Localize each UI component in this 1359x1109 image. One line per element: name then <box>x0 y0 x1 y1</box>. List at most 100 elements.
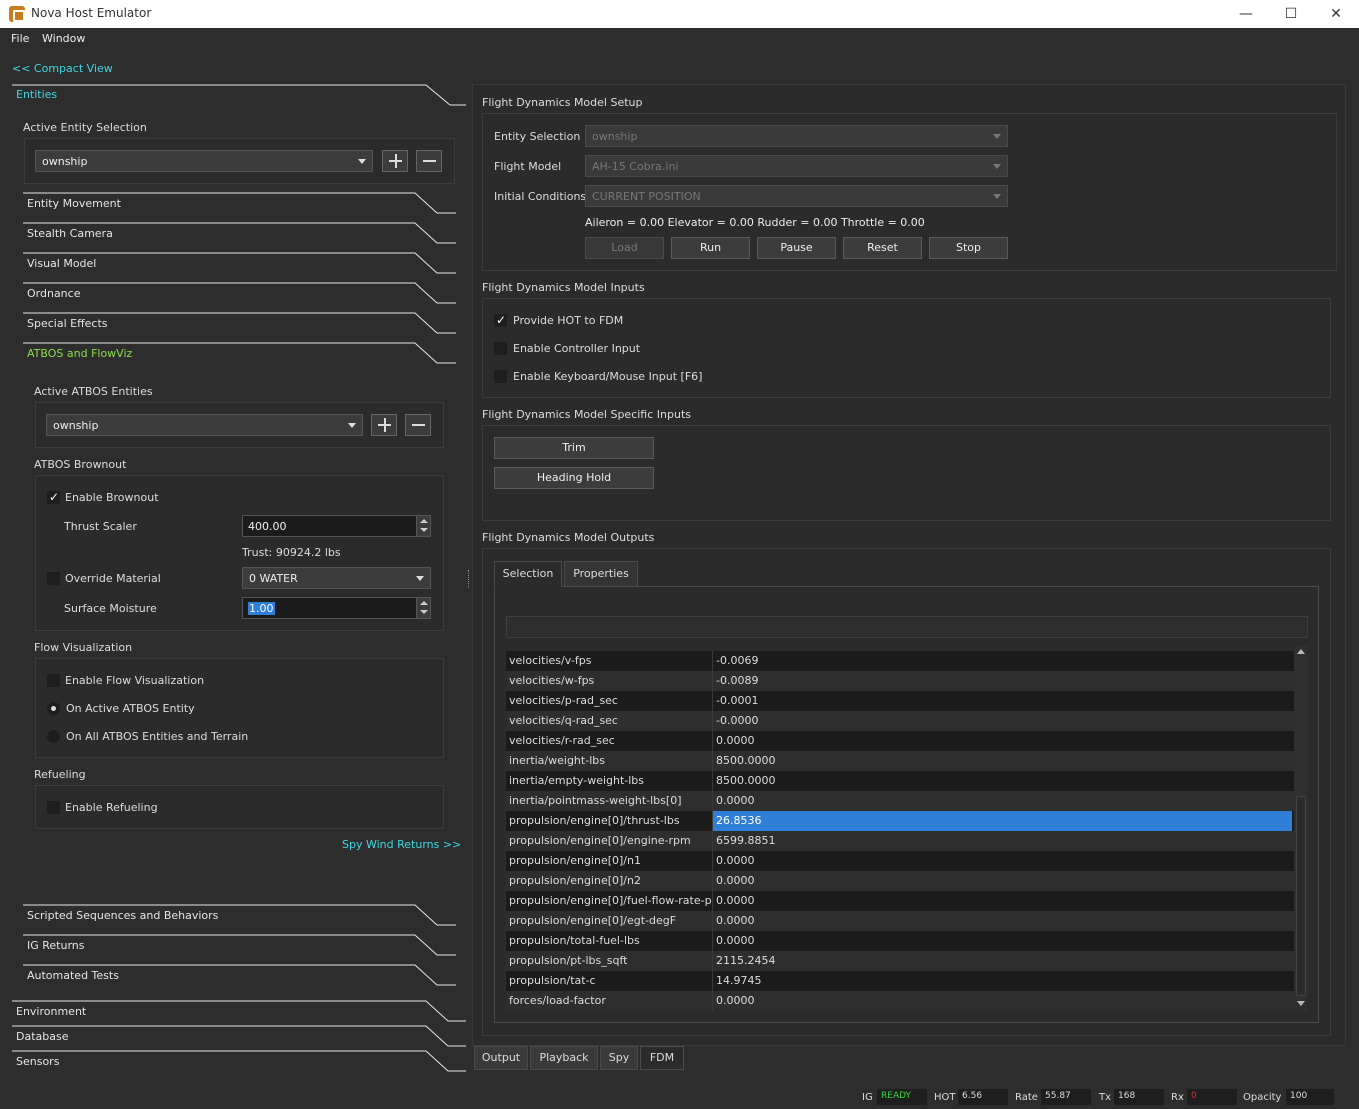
heading-hold-button[interactable]: Heading Hold <box>494 467 654 489</box>
section-atbos-flowviz[interactable]: ATBOS and FlowViz <box>23 342 456 364</box>
stop-button[interactable]: Stop <box>929 237 1008 259</box>
entity-selection-label: Entity Selection <box>494 130 581 143</box>
section-special-effects[interactable]: Special Effects <box>23 312 456 334</box>
trim-button[interactable]: Trim <box>494 437 654 459</box>
section-environment[interactable]: Environment <box>12 1000 466 1022</box>
provide-hot-checkbox[interactable] <box>494 313 507 327</box>
fdm-setup-title: Flight Dynamics Model Setup <box>482 96 643 109</box>
surface-moisture-label: Surface Moisture <box>64 602 157 615</box>
scroll-up-icon[interactable] <box>1297 649 1305 654</box>
section-label: Sensors <box>16 1055 60 1068</box>
surface-moisture-spinbox[interactable]: 1.00 <box>242 597 431 619</box>
spy-wind-returns-link[interactable]: Spy Wind Returns >> <box>342 838 461 851</box>
flight-model-combo[interactable]: AH-15 Cobra.ini <box>585 155 1008 177</box>
thrust-scaler-spinbox[interactable]: 400.00 <box>242 515 431 537</box>
row-key: velocities/v-fps <box>509 654 592 667</box>
outputs-scrollbar[interactable] <box>1294 646 1308 1011</box>
thrust-scaler-label: Thrust Scaler <box>64 520 137 533</box>
section-sensors[interactable]: Sensors <box>12 1050 466 1072</box>
on-all-entities-radio[interactable] <box>47 730 60 743</box>
override-material-checkbox[interactable] <box>47 572 60 585</box>
section-entity-movement[interactable]: Entity Movement <box>23 192 456 214</box>
table-row[interactable]: velocities/p-rad_sec -0.0001 <box>506 691 1294 711</box>
remove-entity-button[interactable] <box>416 150 442 172</box>
section-visual-model[interactable]: Visual Model <box>23 252 456 274</box>
table-row[interactable]: propulsion/engine[0]/n2 0.0000 <box>506 871 1294 891</box>
table-row[interactable]: forces/load-factor 0.0000 <box>506 991 1294 1011</box>
flight-model-label: Flight Model <box>494 160 562 173</box>
minimize-button[interactable]: — <box>1236 4 1256 24</box>
table-row[interactable]: propulsion/engine[0]/engine-rpm 6599.8851 <box>506 831 1294 851</box>
tab-spy[interactable]: Spy <box>600 1046 638 1070</box>
compact-view-link[interactable]: << Compact View <box>12 62 113 75</box>
row-value: 8500.0000 <box>712 751 1292 771</box>
section-label: Stealth Camera <box>27 227 113 240</box>
section-automated-tests[interactable]: Automated Tests <box>23 964 456 986</box>
table-row[interactable]: velocities/q-rad_sec -0.0000 <box>506 711 1294 731</box>
splitter-handle[interactable] <box>468 570 470 588</box>
row-key: propulsion/engine[0]/fuel-flow-rate-pps <box>509 894 712 907</box>
section-ordnance[interactable]: Ordnance <box>23 282 456 304</box>
row-key: inertia/empty-weight-lbs <box>509 774 645 787</box>
on-active-entity-radio[interactable] <box>47 702 60 715</box>
pause-button[interactable]: Pause <box>757 237 836 259</box>
entity-combo[interactable]: ownship <box>35 150 373 172</box>
table-row[interactable]: inertia/empty-weight-lbs 8500.0000 <box>506 771 1294 791</box>
table-row[interactable]: inertia/weight-lbs 8500.0000 <box>506 751 1294 771</box>
table-row[interactable]: propulsion/engine[0]/n1 0.0000 <box>506 851 1294 871</box>
enable-keyboard-checkbox[interactable] <box>494 370 507 383</box>
scroll-down-icon[interactable] <box>1297 1001 1305 1006</box>
section-entities[interactable]: Entities <box>12 84 466 106</box>
table-row[interactable]: inertia/pointmass-weight-lbs[0] 0.0000 <box>506 791 1294 811</box>
enable-brownout-checkbox[interactable] <box>47 490 60 504</box>
tab-playback[interactable]: Playback <box>530 1046 598 1070</box>
section-scripted-sequences[interactable]: Scripted Sequences and Behaviors <box>23 904 456 926</box>
tx-label: Tx <box>1099 1092 1112 1103</box>
menu-file[interactable]: File <box>11 32 29 45</box>
tab-properties[interactable]: Properties <box>564 561 638 587</box>
atbos-entity-combo[interactable]: ownship <box>46 414 363 436</box>
scroll-thumb[interactable] <box>1296 796 1306 996</box>
section-database[interactable]: Database <box>12 1025 466 1047</box>
row-value: 0.0000 <box>712 991 1292 1011</box>
tab-fdm[interactable]: FDM <box>640 1046 684 1070</box>
table-row[interactable]: propulsion/tat-c 14.9745 <box>506 971 1294 991</box>
table-row[interactable]: velocities/w-fps -0.0089 <box>506 671 1294 691</box>
ig-label: IG <box>862 1092 873 1103</box>
enable-flow-checkbox[interactable] <box>47 674 60 687</box>
table-row[interactable]: propulsion/total-fuel-lbs 0.0000 <box>506 931 1294 951</box>
table-row[interactable]: velocities/r-rad_sec 0.0000 <box>506 731 1294 751</box>
run-button[interactable]: Run <box>671 237 750 259</box>
remove-atbos-entity-button[interactable] <box>405 414 431 436</box>
opacity-spinbox[interactable]: 100 <box>1286 1089 1334 1105</box>
filter-input[interactable] <box>506 616 1308 638</box>
fdm-entity-combo[interactable]: ownship <box>585 125 1008 147</box>
table-row[interactable]: propulsion/engine[0]/thrust-lbs 26.8536 <box>506 811 1294 831</box>
table-row[interactable]: velocities/v-fps -0.0069 <box>506 651 1294 671</box>
table-row[interactable]: propulsion/engine[0]/fuel-flow-rate-pps 0… <box>506 891 1294 911</box>
add-atbos-entity-button[interactable] <box>371 414 397 436</box>
material-combo[interactable]: 0 WATER <box>242 567 431 589</box>
reset-button[interactable]: Reset <box>843 237 922 259</box>
row-key: velocities/p-rad_sec <box>509 694 618 707</box>
menu-window[interactable]: Window <box>42 32 85 45</box>
table-row[interactable]: propulsion/engine[0]/egt-degF 0.0000 <box>506 911 1294 931</box>
controls-readout: Aileron = 0.00 Elevator = 0.00 Rudder = … <box>585 216 925 229</box>
enable-refueling-checkbox[interactable] <box>47 801 60 814</box>
table-row[interactable]: propulsion/pt-lbs_sqft 2115.2454 <box>506 951 1294 971</box>
tab-selection[interactable]: Selection <box>494 561 562 587</box>
row-value: -0.0089 <box>712 671 1292 691</box>
add-entity-button[interactable] <box>382 150 408 172</box>
section-label: Visual Model <box>27 257 97 270</box>
enable-controller-checkbox[interactable] <box>494 342 507 355</box>
tab-output[interactable]: Output <box>474 1046 528 1070</box>
initial-conditions-combo[interactable]: CURRENT POSITION <box>585 185 1008 207</box>
maximize-button[interactable]: ☐ <box>1281 4 1301 24</box>
section-label: Scripted Sequences and Behaviors <box>27 909 219 922</box>
section-stealth-camera[interactable]: Stealth Camera <box>23 222 456 244</box>
row-value: -0.0000 <box>712 711 1292 731</box>
on-active-entity-label: On Active ATBOS Entity <box>66 702 195 715</box>
close-button[interactable]: ✕ <box>1326 4 1346 24</box>
section-ig-returns[interactable]: IG Returns <box>23 934 456 956</box>
load-button[interactable]: Load <box>585 237 664 259</box>
